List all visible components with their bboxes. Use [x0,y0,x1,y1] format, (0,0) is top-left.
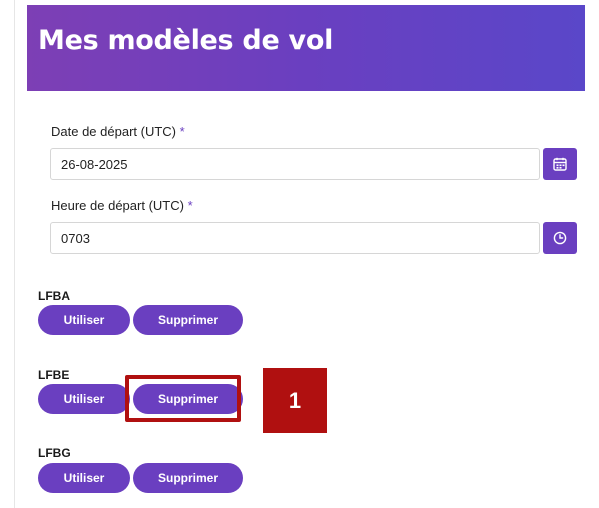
required-mark: * [187,198,193,213]
required-mark: * [179,124,185,139]
calendar-button[interactable] [543,148,577,180]
calendar-icon [553,157,567,171]
departure-time-label: Heure de départ (UTC) * [51,198,193,213]
departure-date-input[interactable] [50,148,540,180]
clock-icon [553,231,567,245]
use-template-button-lfbe[interactable]: Utiliser [38,384,130,414]
template-name-lfbe: LFBE [38,368,70,382]
highlight-box [125,375,241,422]
template-name-lfbg: LFBG [38,446,71,460]
page-header: Mes modèles de vol [27,5,585,91]
use-template-button-lfbg[interactable]: Utiliser [38,463,130,493]
departure-date-label: Date de départ (UTC) * [51,124,185,139]
departure-time-field [50,222,577,254]
use-template-button-lfba[interactable]: Utiliser [38,305,130,335]
step-callout: 1 [263,368,327,433]
page-title: Mes modèles de vol [38,25,334,56]
delete-template-button-lfba[interactable]: Supprimer [133,305,243,335]
template-name-lfba: LFBA [38,289,70,303]
departure-date-field [50,148,577,180]
delete-template-button-lfbg[interactable]: Supprimer [133,463,243,493]
clock-button[interactable] [543,222,577,254]
departure-time-input[interactable] [50,222,540,254]
